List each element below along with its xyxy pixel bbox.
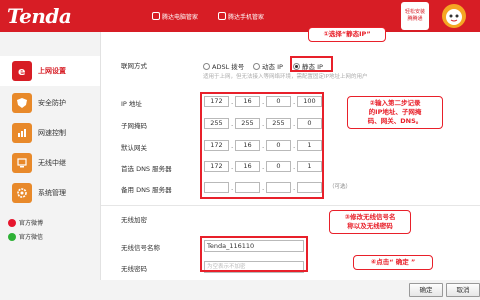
svg-text:e: e bbox=[18, 65, 25, 78]
weibo-label: 官方微博 bbox=[19, 220, 44, 227]
weibo-link[interactable]: 官方微博 bbox=[8, 218, 43, 227]
top-bar: Tenda 腾达电脑管家 腾达手机管家 轻松安装 腾腾通 bbox=[0, 0, 480, 32]
e-globe-icon: e bbox=[12, 61, 32, 81]
mascot-icon bbox=[442, 4, 466, 28]
sidebar-item-system[interactable]: 系统管理 bbox=[0, 178, 100, 208]
wifi-relay-icon bbox=[12, 153, 32, 173]
shield-icon bbox=[152, 12, 160, 20]
cancel-button[interactable]: 取消 bbox=[446, 283, 480, 297]
callout-step4: ④点击“ 确定 ” bbox=[353, 255, 433, 270]
sidebar-item-label: 上网设置 bbox=[38, 67, 66, 75]
qr-label: 轻松安装 腾腾通 bbox=[404, 9, 425, 22]
radio-dynamic-label: 动态 IP bbox=[262, 63, 283, 71]
wechat-link[interactable]: 官方微信 bbox=[8, 232, 43, 241]
ssid-label: 无线信号名称 bbox=[121, 244, 160, 252]
optional-note: （可选） bbox=[329, 184, 352, 190]
password-label: 无线密码 bbox=[121, 265, 147, 273]
sidebar-item-label: 安全防护 bbox=[38, 99, 66, 107]
phone-manager-link[interactable]: 腾达手机管家 bbox=[218, 10, 264, 22]
callout-step2: ②输入第二步记录 的IP地址、子网掩 码、网关、DNS。 bbox=[347, 96, 443, 129]
pc-manager-link[interactable]: 腾达电脑管家 bbox=[152, 10, 198, 22]
pc-manager-label: 腾达电脑管家 bbox=[162, 13, 199, 21]
wechat-label: 官方微信 bbox=[19, 234, 44, 241]
weibo-icon bbox=[8, 218, 16, 227]
wan-hint: 适用于上网，但无法接入等网络环境，需配置固定IP地址上网的用户 bbox=[203, 74, 368, 80]
wan-mode-label: 联网方式 bbox=[121, 62, 147, 70]
radio-adsl[interactable]: ADSL 拨号 bbox=[203, 61, 244, 71]
dns2-label: 备用 DNS 服务器 bbox=[121, 186, 172, 194]
radio-circle bbox=[253, 62, 260, 70]
shield-icon bbox=[12, 93, 32, 113]
wireless-section-title: 无线加密 bbox=[121, 216, 147, 224]
ip-label: IP 地址 bbox=[121, 100, 142, 108]
sidebar-item-relay[interactable]: 无线中继 bbox=[0, 148, 100, 178]
highlight-static-ip bbox=[290, 56, 333, 72]
mask-label: 子网掩码 bbox=[121, 122, 147, 130]
ok-button[interactable]: 确定 bbox=[409, 283, 443, 297]
sidebar-item-label: 系统管理 bbox=[38, 189, 66, 197]
sidebar-item-label: 无线中继 bbox=[38, 159, 66, 167]
gear-icon bbox=[12, 183, 32, 203]
sidebar-item-internet[interactable]: e 上网设置 bbox=[0, 56, 100, 86]
radio-circle bbox=[203, 62, 210, 70]
radio-dynamic-ip[interactable]: 动态 IP bbox=[253, 61, 283, 71]
phone-icon bbox=[218, 12, 226, 20]
tenda-logo[interactable]: Tenda bbox=[7, 4, 72, 28]
radio-adsl-label: ADSL 拨号 bbox=[212, 63, 245, 71]
sidebar: e 上网设置 安全防护 网速控制 无线中继 系统管理 官方微博 官方微信 bbox=[0, 32, 100, 300]
sidebar-item-label: 网速控制 bbox=[38, 129, 66, 137]
phone-manager-label: 腾达手机管家 bbox=[228, 13, 265, 21]
main-panel: 联网方式 ADSL 拨号 动态 IP 静态 IP 适用于上网，但无法接入等网络环… bbox=[100, 27, 480, 300]
sidebar-item-speed[interactable]: 网速控制 bbox=[0, 118, 100, 148]
gateway-label: 默认网关 bbox=[121, 144, 147, 152]
callout-step3: ③修改无线信号名 称以及无线密码 bbox=[329, 210, 411, 234]
highlight-ip-fields bbox=[200, 92, 324, 199]
sidebar-item-security[interactable]: 安全防护 bbox=[0, 88, 100, 118]
wechat-icon bbox=[8, 232, 16, 241]
speed-icon bbox=[12, 123, 32, 143]
callout-step1: ①选择“静态IP” bbox=[308, 27, 386, 42]
dns1-label: 首选 DNS 服务器 bbox=[121, 165, 172, 173]
qr-badge[interactable]: 轻松安装 腾腾通 bbox=[401, 2, 429, 30]
section-divider bbox=[101, 205, 480, 206]
highlight-wireless bbox=[200, 236, 308, 272]
